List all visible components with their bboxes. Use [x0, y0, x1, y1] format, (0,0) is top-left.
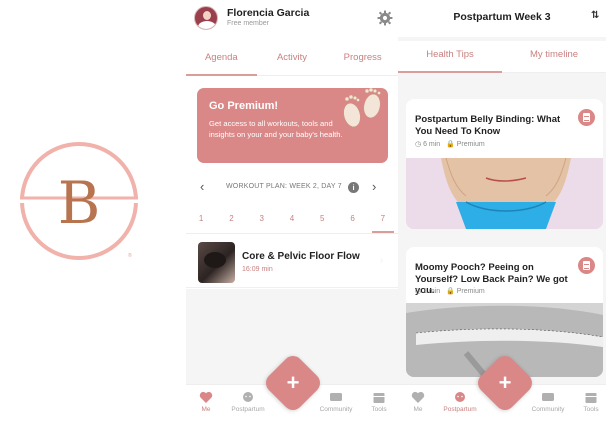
premium-description: Get access to all workouts, tools and in… [209, 119, 343, 139]
day-1[interactable]: 1 [186, 204, 216, 233]
plus-icon: + [286, 370, 300, 395]
day-3[interactable]: 3 [247, 204, 277, 233]
profile-header: Florencia Garcia Free member [186, 0, 398, 37]
lock-icon: 🔒 [446, 141, 455, 148]
workout-thumbnail [198, 242, 235, 283]
tab-agenda[interactable]: Agenda [186, 44, 257, 76]
workout-duration: 16:09 min [242, 266, 273, 273]
article-access: Premium [456, 141, 485, 148]
baby-icon [243, 392, 253, 402]
article-image-belly [406, 158, 603, 229]
week-header: Postpartum Week 3 ⇅ [398, 0, 606, 37]
premium-title: Go Premium! [209, 100, 279, 112]
nav-tools-label: Tools [583, 406, 599, 413]
day-7[interactable]: 7 [368, 204, 398, 233]
tab-my-timeline[interactable]: My timeline [502, 41, 606, 72]
membership-tier: Free member [227, 20, 270, 27]
article-meta: ◷ 6 min 🔒 Premium [415, 140, 485, 148]
agenda-tabs: Agenda Activity Progress [186, 44, 398, 76]
nav-community-label: Community [319, 406, 353, 413]
day-selector: 1 2 3 4 5 6 7 [186, 204, 398, 234]
baby-icon [455, 392, 465, 402]
day-2[interactable]: 2 [216, 204, 246, 233]
page-title: Postpartum Week 3 [453, 11, 551, 23]
nav-me-label: Me [201, 406, 211, 413]
clock-icon: ◷ [415, 288, 422, 295]
nav-me-label: Me [413, 406, 423, 413]
nav-postpartum-label: Postpartum [443, 406, 477, 413]
nav-me[interactable]: Me [194, 391, 218, 413]
chevron-right-icon[interactable]: › [372, 179, 376, 194]
tab-activity[interactable]: Activity [257, 44, 328, 75]
day-6[interactable]: 6 [337, 204, 367, 233]
article-access: Premium [456, 288, 485, 295]
postpartum-tabs: Health Tips My timeline [398, 41, 606, 73]
sort-icon[interactable]: ⇅ [591, 10, 599, 21]
workout-title: Core & Pelvic Floor Flow [242, 251, 360, 262]
workout-plan-selector: ‹ WORKOUT PLAN: WEEK 2, DAY 7 i › [186, 178, 398, 196]
info-icon[interactable]: i [348, 182, 359, 193]
heart-icon [411, 391, 425, 403]
document-icon [578, 257, 595, 274]
day-4[interactable]: 4 [277, 204, 307, 233]
toolbox-icon [373, 393, 385, 403]
chevron-right-icon: › [380, 255, 384, 266]
nav-community-label: Community [531, 406, 565, 413]
postpartum-screen: Postpartum Week 3 ⇅ Health Tips My timel… [398, 0, 606, 421]
tab-progress[interactable]: Progress [327, 44, 398, 75]
baby-feet-icon [343, 88, 381, 128]
article-duration: 6 min [423, 141, 441, 148]
day-5[interactable]: 5 [307, 204, 337, 233]
nav-me[interactable]: Me [406, 391, 430, 413]
tab-health-tips[interactable]: Health Tips [398, 41, 502, 73]
chat-icon [542, 393, 554, 401]
brand-logo: B [18, 142, 140, 260]
article-card[interactable]: Postpartum Belly Binding: What You Need … [406, 99, 603, 229]
plus-icon: + [498, 370, 512, 395]
article-duration: 1 min [423, 288, 441, 295]
document-icon [578, 109, 595, 126]
chevron-left-icon[interactable]: ‹ [200, 179, 204, 194]
clock-icon: ◷ [415, 141, 422, 148]
go-premium-banner[interactable]: Go Premium! Get access to all workouts, … [197, 88, 388, 163]
lock-icon: 🔒 [446, 288, 455, 295]
nav-tools-label: Tools [371, 406, 387, 413]
nav-postpartum-label: Postpartum [231, 406, 265, 413]
article-meta: ◷ 1 min 🔒 Premium [415, 287, 485, 295]
nav-postpartum[interactable]: Postpartum [226, 391, 270, 413]
trademark-mark: ® [128, 253, 132, 259]
workout-plan-label: WORKOUT PLAN: WEEK 2, DAY 7 [226, 183, 342, 190]
agenda-screen: Florencia Garcia Free member Agenda Acti… [186, 0, 398, 421]
app-screenshots: B ® Florencia Garcia Free member Agenda … [0, 0, 606, 421]
nav-postpartum[interactable]: Postpartum [438, 391, 482, 413]
toolbox-icon [585, 393, 597, 403]
brand-logo-area: B ® [0, 0, 186, 421]
gear-icon[interactable] [377, 10, 393, 26]
nav-tools[interactable]: Tools [578, 391, 604, 413]
user-name: Florencia Garcia [227, 7, 310, 19]
nav-community[interactable]: Community [526, 391, 570, 413]
workout-item[interactable]: Core & Pelvic Floor Flow 16:09 min › [186, 235, 398, 288]
nav-tools[interactable]: Tools [366, 391, 392, 413]
chat-icon [330, 393, 342, 401]
heart-icon [199, 391, 213, 403]
logo-letter: B [58, 169, 101, 237]
nav-community[interactable]: Community [314, 391, 358, 413]
article-title: Postpartum Belly Binding: What You Need … [415, 114, 561, 137]
avatar[interactable] [194, 6, 218, 30]
